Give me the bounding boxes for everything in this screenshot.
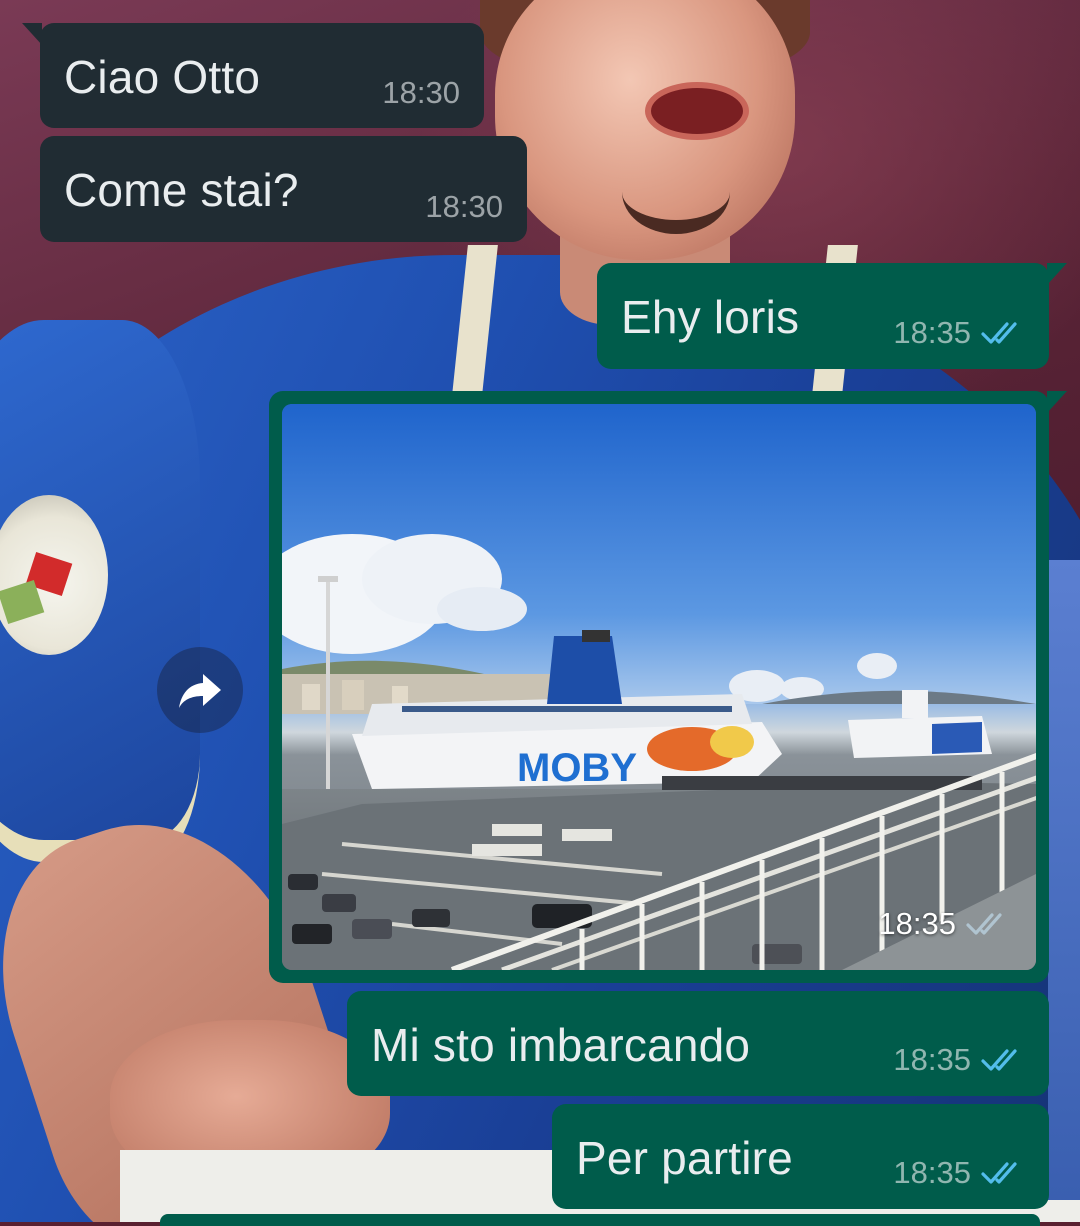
bubble-tail <box>1047 391 1067 413</box>
image-meta: 18:35 <box>878 906 1010 942</box>
message-text: Ciao Otto <box>64 51 261 103</box>
message-time: 18:35 <box>893 1155 971 1190</box>
message-meta: 18:30 <box>425 189 503 225</box>
message-meta: 18:30 <box>382 75 460 111</box>
message-time: 18:35 <box>878 906 956 941</box>
message-meta: 18:35 <box>893 315 1025 351</box>
message-time: 18:30 <box>425 189 503 224</box>
message-text: Come stai? <box>64 164 299 216</box>
outgoing-message[interactable]: Mi sto imbarcando 18:35 <box>347 991 1049 1096</box>
incoming-message[interactable]: Come stai? 18:30 <box>40 136 527 242</box>
bubble-tail <box>1047 263 1067 285</box>
message-list: Ciao Otto 18:30 Come stai? 18:30 Ehy lor… <box>0 0 1080 1226</box>
photo-illustration: MOBY <box>282 404 1036 970</box>
message-time: 18:35 <box>893 315 971 350</box>
double-check-icon <box>981 1049 1017 1071</box>
outgoing-message[interactable]: Ehy loris 18:35 <box>597 263 1067 369</box>
ferry-logo-text: MOBY <box>517 746 637 790</box>
message-text: Mi sto imbarcando <box>371 1019 751 1071</box>
message-text: Ehy loris <box>621 291 800 343</box>
double-check-icon <box>966 913 1002 935</box>
message-meta: 18:35 <box>893 1155 1025 1191</box>
incoming-message[interactable]: Ciao Otto 18:30 <box>22 23 484 128</box>
message-meta: 18:35 <box>893 1042 1025 1078</box>
ferry-port-photo[interactable]: MOBY 18:35 <box>282 404 1036 970</box>
image-message[interactable]: MOBY 18:35 <box>269 391 1067 983</box>
message-time: 18:35 <box>893 1042 971 1077</box>
message-text: Per partire <box>576 1132 793 1184</box>
outgoing-message[interactable]: Per partire 18:35 <box>552 1104 1049 1209</box>
partial-message[interactable] <box>160 1214 1040 1226</box>
double-check-icon <box>981 1162 1017 1184</box>
forward-arrow-icon <box>179 674 221 708</box>
message-time: 18:30 <box>382 75 460 110</box>
double-check-icon <box>981 322 1017 344</box>
bubble-tail <box>22 23 42 45</box>
forward-button[interactable] <box>157 647 243 733</box>
